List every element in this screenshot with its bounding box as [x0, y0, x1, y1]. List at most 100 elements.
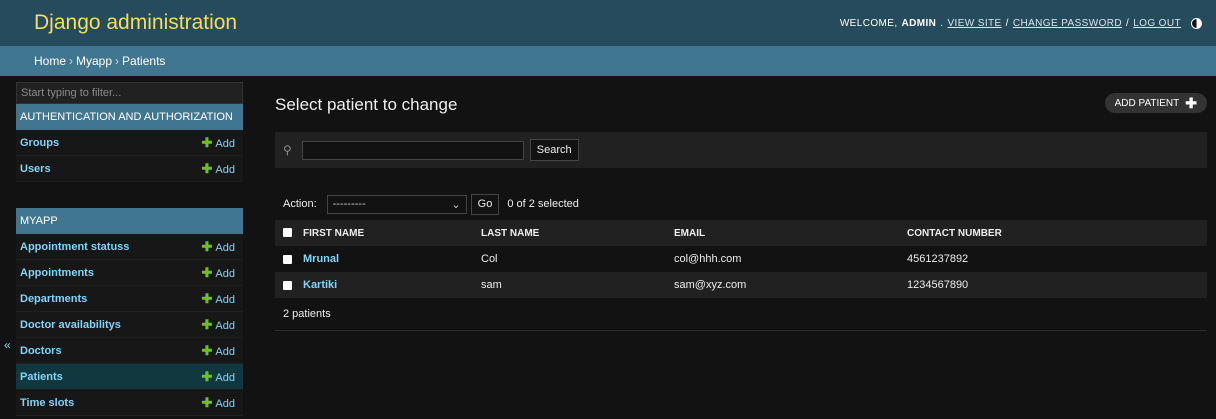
model-link[interactable]: Doctors [20, 345, 62, 357]
sidebar-item-appointments[interactable]: Appointments ✚ Add [16, 260, 243, 286]
theme-toggle-icon[interactable] [1191, 17, 1202, 29]
add-link[interactable]: ✚ Add [202, 343, 235, 359]
action-label: Action: [283, 198, 317, 210]
first-name-link[interactable]: Mrunal [303, 246, 481, 272]
add-link[interactable]: ✚ Add [202, 265, 235, 281]
breadcrumb-home[interactable]: Home [34, 54, 66, 68]
column-header-email[interactable]: Email [674, 220, 907, 246]
plus-icon: ✚ [201, 316, 213, 332]
sidebar-item-appointment-statuss[interactable]: Appointment statuss ✚ Add [16, 234, 243, 260]
add-label: Add [215, 293, 235, 306]
add-link[interactable]: ✚ Add [202, 161, 235, 177]
plus-icon: ✚ [201, 394, 213, 410]
contact-number-cell: 4561237892 [907, 253, 969, 265]
sidebar-item-doctors[interactable]: Doctors ✚ Add [16, 338, 243, 364]
breadcrumb-separator: › [115, 54, 120, 68]
add-label: Add [215, 241, 235, 254]
welcome-text: Welcome, [839, 17, 898, 29]
sidebar-item-doctor-availabilitys[interactable]: Doctor availabilitys ✚ Add [16, 312, 243, 338]
column-header-contact-number[interactable]: Contact number [907, 220, 1207, 246]
nav-filter-input[interactable] [16, 82, 243, 104]
breadcrumb-separator: › [69, 54, 74, 68]
add-link[interactable]: ✚ Add [202, 317, 235, 333]
select-all-checkbox[interactable] [283, 228, 292, 238]
log-out-link[interactable]: Log out [1133, 18, 1181, 29]
model-link[interactable]: Doctor availabilitys [20, 319, 121, 331]
toggle-nav-sidebar-button[interactable]: « [4, 338, 11, 352]
action-selected-value: --------- [332, 198, 366, 210]
last-name-cell: sam [481, 279, 502, 291]
model-link[interactable]: Time slots [20, 397, 74, 409]
column-header-first-name[interactable]: First name [303, 220, 481, 246]
plus-icon: ✚ [201, 368, 213, 384]
contact-number-cell: 1234567890 [907, 279, 969, 291]
result-list: First name Last name Email Contact numbe… [275, 220, 1207, 298]
sidebar-item-patients[interactable]: Patients ✚ Add [16, 364, 243, 390]
plus-icon: ✚ [201, 238, 213, 254]
row-checkbox[interactable] [283, 254, 292, 264]
plus-icon: ✚ [201, 264, 213, 280]
model-link[interactable]: Patients [20, 371, 63, 383]
add-label: Add [215, 137, 235, 150]
model-link[interactable]: Appointments [20, 267, 94, 279]
email-cell: col@hhh.com [674, 253, 742, 265]
app-caption-auth[interactable]: Authentication and Authorization [16, 104, 243, 130]
last-name-cell: Col [481, 253, 498, 265]
separator: / [1126, 17, 1130, 29]
model-link[interactable]: Groups [20, 137, 59, 149]
plus-icon: ✚ [201, 342, 213, 358]
action-select[interactable]: --------- ⌄ [326, 194, 467, 214]
go-button[interactable]: Go [470, 193, 500, 215]
view-site-link[interactable]: View site [947, 18, 1001, 29]
breadcrumb-myapp[interactable]: Myapp [76, 54, 112, 68]
sidebar-item-time-slots[interactable]: Time slots ✚ Add [16, 390, 243, 416]
site-header: Django administration Welcome, admin. Vi… [0, 0, 1216, 46]
add-label: Add [215, 163, 235, 176]
add-label: Add [215, 267, 235, 280]
site-brand[interactable]: Django administration [34, 11, 237, 35]
search-input[interactable] [301, 140, 524, 160]
add-patient-button[interactable]: Add patient ✚ [1104, 93, 1207, 113]
breadcrumb-current: Patients [122, 54, 166, 68]
first-name-link[interactable]: Kartiki [303, 272, 481, 298]
table-row: Mrunal Col col@hhh.com 4561237892 [275, 246, 1207, 272]
plus-icon: ✚ [201, 290, 213, 306]
row-checkbox-cell[interactable] [275, 272, 303, 298]
column-header-last-name[interactable]: Last name [481, 220, 674, 246]
username: admin [901, 17, 937, 29]
search-toolbar: ⚲ Search [275, 132, 1207, 168]
sidebar-item-departments[interactable]: Departments ✚ Add [16, 286, 243, 312]
row-checkbox-cell[interactable] [275, 246, 303, 272]
sidebar-item-users[interactable]: Users ✚ Add [16, 156, 243, 182]
search-button[interactable]: Search [529, 139, 579, 161]
change-password-link[interactable]: Change password [1013, 18, 1122, 29]
model-link[interactable]: Users [20, 163, 51, 175]
add-label: Add [215, 319, 235, 332]
search-icon: ⚲ [283, 143, 292, 157]
title-row: Select patient to change Add patient ✚ [275, 82, 1207, 132]
add-label: Add [215, 345, 235, 358]
model-link[interactable]: Appointment statuss [20, 241, 129, 253]
chevron-down-icon: ⌄ [451, 198, 461, 211]
plus-icon: ✚ [201, 134, 213, 150]
selection-counter: 0 of 2 selected [507, 198, 579, 210]
add-link[interactable]: ✚ Add [202, 291, 235, 307]
separator: / [1005, 17, 1009, 29]
add-patient-label: Add patient [1114, 97, 1180, 109]
add-link[interactable]: ✚ Add [202, 369, 235, 385]
actions-bar: Action: --------- ⌄ Go 0 of 2 selected [275, 188, 1207, 220]
add-link[interactable]: ✚ Add [202, 395, 235, 411]
row-checkbox[interactable] [283, 280, 292, 290]
table-row: Kartiki sam sam@xyz.com 1234567890 [275, 272, 1207, 298]
table-header-row: First name Last name Email Contact numbe… [275, 220, 1207, 246]
select-all-checkbox-cell[interactable] [275, 220, 303, 246]
email-cell: sam@xyz.com [674, 279, 747, 291]
page-title: Select patient to change [275, 95, 458, 114]
add-link[interactable]: ✚ Add [202, 135, 235, 151]
sidebar-item-groups[interactable]: Groups ✚ Add [16, 130, 243, 156]
add-label: Add [215, 397, 235, 410]
model-link[interactable]: Departments [20, 293, 87, 305]
app-caption-myapp[interactable]: Myapp [16, 208, 243, 234]
add-link[interactable]: ✚ Add [202, 239, 235, 255]
